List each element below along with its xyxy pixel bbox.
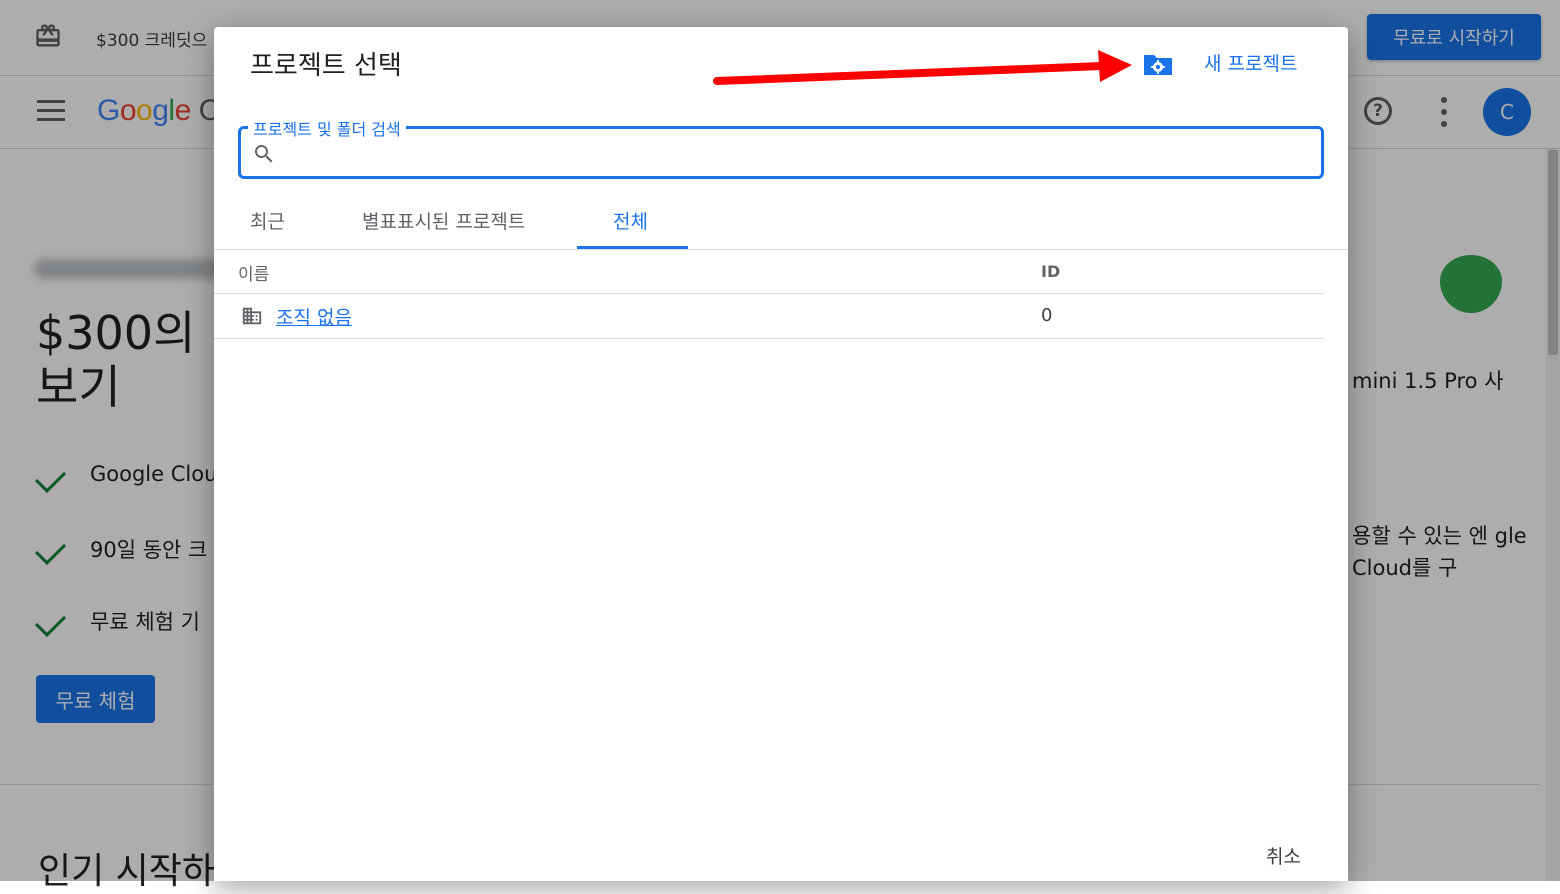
column-header-name: 이름 <box>238 265 270 285</box>
organization-name-link[interactable]: 조직 없음 <box>276 303 352 330</box>
organization-icon <box>242 307 262 325</box>
cancel-button[interactable]: 취소 <box>1266 842 1301 869</box>
tab-starred[interactable]: 별표표시된 프로젝트 <box>362 207 525 234</box>
search-icon <box>255 145 273 163</box>
select-project-dialog: 프로젝트 선택 새 프로젝트 프로젝트 및 폴더 검색 최근 별표표시된 프로젝… <box>214 27 1348 881</box>
active-tab-indicator <box>577 246 688 249</box>
organization-id: 0 <box>1041 305 1053 326</box>
tab-all[interactable]: 전체 <box>613 207 648 234</box>
dialog-title: 프로젝트 선택 <box>250 51 402 81</box>
table-row[interactable]: 조직 없음 0 <box>214 294 1324 339</box>
new-project-icon[interactable] <box>1142 53 1174 77</box>
column-header-id: ID <box>1041 262 1061 281</box>
new-project-link[interactable]: 새 프로젝트 <box>1204 49 1297 76</box>
project-tabs: 최근 별표표시된 프로젝트 전체 <box>214 199 1348 250</box>
table-header: 이름 ID <box>214 250 1324 294</box>
tab-recent[interactable]: 최근 <box>250 207 285 234</box>
search-input[interactable] <box>284 131 1308 175</box>
